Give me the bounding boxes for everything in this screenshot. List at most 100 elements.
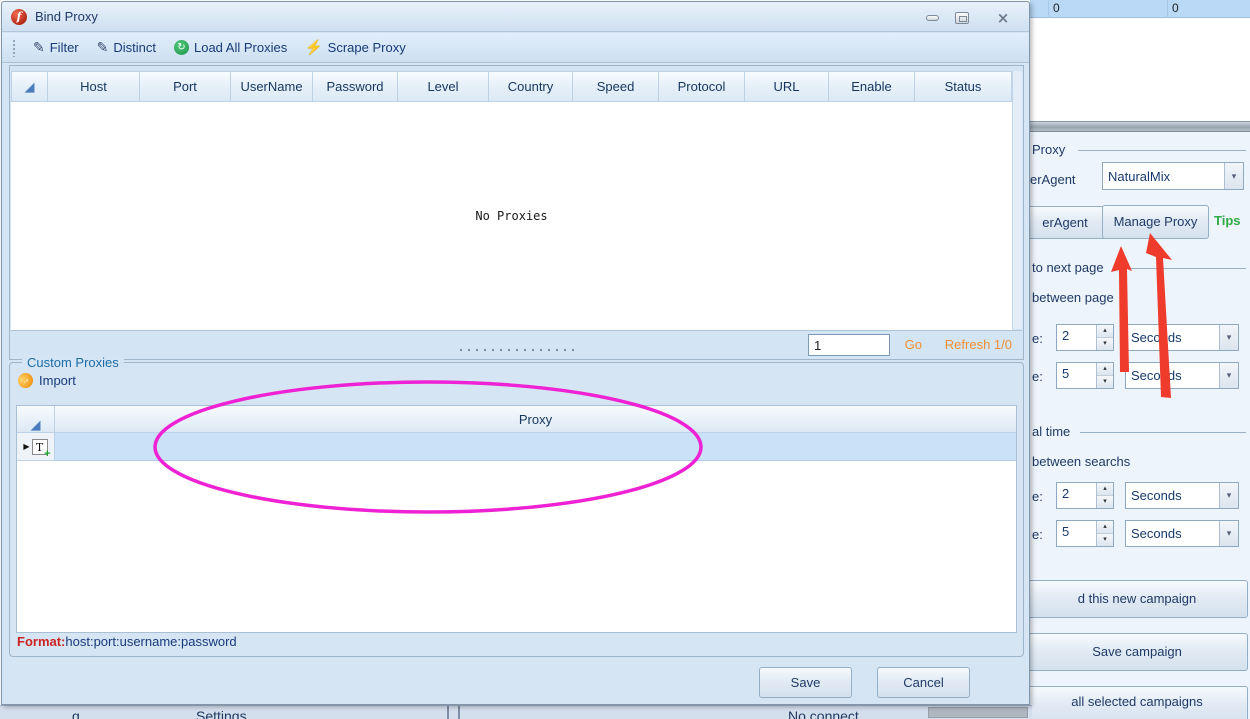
spinner-value: 5 (1057, 521, 1096, 546)
proxy-group-label: Proxy (1032, 142, 1065, 157)
bind-proxy-dialog: f Bind Proxy × ✎ Filter ✎ Distinct ↻ Loa… (1, 1, 1030, 705)
chevron-down-icon[interactable]: ▾ (1224, 163, 1243, 189)
statusbar-fragment: g (72, 708, 80, 719)
useragent-combobox[interactable]: NaturalMix ▾ (1102, 162, 1244, 190)
statusbar-separator (458, 706, 460, 719)
column-header-status[interactable]: Status (915, 71, 1012, 102)
format-value: host:port:username:password (65, 634, 236, 649)
toolbar-grip[interactable] (12, 39, 16, 57)
column-header-username[interactable]: UserName (231, 71, 313, 102)
page-min-time-spinner[interactable]: 2 ▴▾ (1056, 324, 1114, 351)
useragent-label: erAgent (1030, 172, 1076, 187)
load-all-proxies-button[interactable]: ↻ Load All Proxies (165, 37, 296, 58)
statusbar-progress (928, 707, 1028, 718)
search-max-time-spinner[interactable]: 5 ▴▾ (1056, 520, 1114, 547)
triangle-icon: ◢ (25, 82, 35, 92)
column-header-enable[interactable]: Enable (829, 71, 915, 102)
spinner-value: 5 (1057, 363, 1096, 388)
chevron-down-icon[interactable]: ▾ (1219, 325, 1238, 350)
filter-button[interactable]: ✎ Filter (24, 36, 88, 59)
column-separator (1167, 0, 1168, 18)
save-button[interactable]: Save (759, 667, 852, 698)
chevron-down-icon[interactable]: ▾ (1219, 363, 1238, 388)
dialog-title: Bind Proxy (35, 9, 98, 24)
search-min-time-spinner[interactable]: 2 ▴▾ (1056, 482, 1114, 509)
connection-status: No connect (788, 708, 859, 719)
go-link[interactable]: Go (905, 337, 922, 352)
max-time-label: e: (1032, 527, 1043, 542)
interval-group-label: al time (1032, 424, 1070, 439)
load-all-proxies-label: Load All Proxies (194, 40, 287, 55)
add-campaign-button[interactable]: d this new campaign (1030, 580, 1248, 618)
custom-proxies-legend: Custom Proxies (22, 355, 124, 370)
spinner-value: 2 (1057, 483, 1096, 508)
distinct-label: Distinct (113, 40, 156, 55)
cancel-button[interactable]: Cancel (877, 667, 970, 698)
horizontal-splitter[interactable] (1030, 121, 1250, 132)
proxy-table-header: ◢ Host Port UserName Password Level Coun… (11, 71, 1012, 102)
group-divider (1123, 268, 1246, 269)
refresh-link[interactable]: Refresh 1/0 (945, 337, 1012, 352)
scrape-proxy-label: Scrape Proxy (328, 40, 406, 55)
column-header-url[interactable]: URL (745, 71, 829, 102)
spin-down-icon[interactable]: ▾ (1097, 533, 1113, 546)
maximize-button[interactable] (950, 10, 974, 25)
import-button[interactable]: → Import (18, 373, 76, 388)
proxy-table-body: No Proxies (11, 102, 1012, 330)
run-campaigns-button[interactable]: all selected campaigns (1030, 686, 1248, 719)
search-min-unit-combobox[interactable]: Seconds ▾ (1125, 482, 1239, 509)
filter-label: Filter (50, 40, 79, 55)
chevron-down-icon[interactable]: ▾ (1219, 521, 1238, 546)
chevron-down-icon[interactable]: ▾ (1219, 483, 1238, 508)
page-number-input[interactable] (808, 334, 890, 356)
select-all-header[interactable]: ◢ (11, 71, 48, 102)
plus-icon: + (44, 448, 50, 460)
minimize-button[interactable] (920, 10, 944, 25)
spin-down-icon[interactable]: ▾ (1097, 337, 1113, 350)
save-campaign-button[interactable]: Save campaign (1030, 633, 1248, 671)
page-max-time-spinner[interactable]: 5 ▴▾ (1056, 362, 1114, 389)
next-page-group-label: to next page (1032, 260, 1104, 275)
dialog-titlebar[interactable]: f Bind Proxy (2, 2, 1029, 32)
min-time-label: e: (1032, 331, 1043, 346)
spin-up-icon[interactable]: ▴ (1097, 363, 1113, 375)
proxy-table: ◢ Host Port UserName Password Level Coun… (9, 65, 1024, 360)
spin-up-icon[interactable]: ▴ (1097, 521, 1113, 533)
column-separator (1048, 0, 1049, 18)
column-header-speed[interactable]: Speed (573, 71, 659, 102)
search-max-unit-combobox[interactable]: Seconds ▾ (1125, 520, 1239, 547)
background-cell-value: 0 (1053, 1, 1060, 15)
unit-selected-value: Seconds (1126, 330, 1219, 345)
spin-up-icon[interactable]: ▴ (1097, 325, 1113, 337)
column-header-host[interactable]: Host (48, 71, 140, 102)
distinct-button[interactable]: ✎ Distinct (88, 36, 165, 59)
scrape-proxy-button[interactable]: ⚡ Scrape Proxy (296, 36, 414, 59)
refresh-icon: ↻ (174, 40, 189, 55)
column-header-password[interactable]: Password (313, 71, 398, 102)
spin-down-icon[interactable]: ▾ (1097, 495, 1113, 508)
spin-down-icon[interactable]: ▾ (1097, 375, 1113, 388)
manage-proxy-button[interactable]: Manage Proxy (1102, 205, 1209, 239)
unit-selected-value: Seconds (1126, 526, 1219, 541)
column-header-proxy[interactable]: Proxy (55, 406, 1016, 433)
column-header-protocol[interactable]: Protocol (659, 71, 745, 102)
row-selector-cell[interactable]: ▶ T+ (17, 433, 55, 461)
vertical-scrollbar[interactable] (1012, 71, 1022, 329)
tips-link[interactable]: Tips (1214, 213, 1241, 228)
column-header-country[interactable]: Country (489, 71, 573, 102)
tab-settings[interactable]: Settings (196, 708, 247, 719)
column-header-level[interactable]: Level (398, 71, 489, 102)
splitter-grip[interactable] (457, 347, 577, 353)
page-min-unit-combobox[interactable]: Seconds ▾ (1125, 324, 1239, 351)
table-row[interactable]: ▶ T+ (17, 433, 1016, 461)
proxy-edit-cell[interactable] (55, 433, 1016, 461)
row-marker-icon: ▶ (23, 442, 29, 451)
close-button[interactable]: × (990, 10, 1016, 25)
spin-up-icon[interactable]: ▴ (1097, 483, 1113, 495)
custom-proxies-group: Custom Proxies → Import ◢ Proxy ▶ T+ (9, 362, 1024, 657)
column-header-port[interactable]: Port (140, 71, 231, 102)
select-all-header[interactable]: ◢ (17, 406, 55, 433)
group-divider (1078, 150, 1246, 151)
page-max-unit-combobox[interactable]: Seconds ▾ (1125, 362, 1239, 389)
format-hint: Format:host:port:username:password (17, 634, 237, 649)
